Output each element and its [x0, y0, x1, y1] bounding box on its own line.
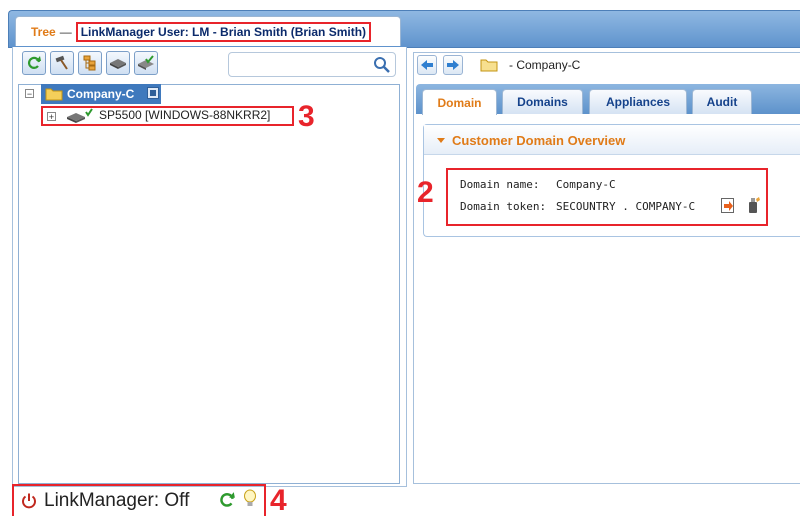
- search-icon: [374, 57, 390, 73]
- lightbulb-icon[interactable]: [243, 489, 257, 509]
- tab-domains[interactable]: Domains: [502, 89, 583, 114]
- callout-number: 4: [270, 484, 287, 517]
- overview-title: Customer Domain Overview: [452, 133, 626, 148]
- hammer-icon: [55, 55, 68, 70]
- tools-button[interactable]: [50, 51, 74, 75]
- appliance-check-icon: [138, 55, 154, 70]
- refresh-button[interactable]: [22, 51, 46, 75]
- domain-name-label: Domain name:: [460, 178, 540, 191]
- appliance-check-button[interactable]: [134, 51, 158, 75]
- appliance-check-icon: [67, 108, 93, 123]
- refresh-icon[interactable]: [218, 491, 236, 509]
- domain-name-value: Company-C: [556, 178, 616, 191]
- folder-icon: [480, 59, 498, 72]
- collapse-toggle[interactable]: −: [25, 89, 34, 99]
- breadcrumb: - Company-C: [509, 58, 581, 72]
- expand-toggle[interactable]: +: [47, 112, 56, 122]
- linkmanager-status: LinkManager: Off: [44, 490, 190, 511]
- callout-number: 3: [298, 100, 315, 133]
- tree-view-button[interactable]: [78, 51, 102, 75]
- usb-token-icon[interactable]: [745, 196, 761, 214]
- tab-domain[interactable]: Domain: [422, 89, 497, 115]
- search-button[interactable]: [372, 55, 392, 75]
- domain-token-value: SECOUNTRY . COMPANY-C: [556, 200, 696, 213]
- search-input[interactable]: [228, 52, 396, 77]
- tab-appliances[interactable]: Appliances: [589, 89, 687, 114]
- tab-audit[interactable]: Audit: [692, 89, 752, 114]
- power-icon[interactable]: [20, 492, 38, 510]
- refresh-icon: [27, 56, 41, 69]
- forward-button[interactable]: [443, 55, 463, 75]
- collapse-arrow-icon[interactable]: [437, 138, 445, 143]
- folder-icon: [45, 88, 63, 101]
- tree-panel: [18, 84, 400, 484]
- tree-root-label[interactable]: Company-C: [67, 86, 134, 102]
- tab-tree-label[interactable]: Tree: [31, 25, 56, 39]
- appliance-button[interactable]: [106, 51, 130, 75]
- domain-token-label: Domain token:: [460, 200, 547, 213]
- arrow-right-icon: [447, 60, 459, 70]
- tree-view-icon: [83, 55, 96, 71]
- tab-separator: —: [59, 24, 72, 39]
- right-panel: [413, 52, 800, 484]
- tree-node-label[interactable]: SP5500 [WINDOWS-88NKRR2]: [99, 108, 270, 123]
- back-button[interactable]: [417, 55, 437, 75]
- edit-icon[interactable]: [147, 87, 159, 99]
- user-info: LinkManager User: LM - Brian Smith (Bria…: [75, 21, 372, 42]
- callout-number: 2: [417, 176, 434, 209]
- appliance-icon: [110, 59, 126, 69]
- arrow-left-icon: [421, 60, 433, 70]
- copy-token-icon[interactable]: [720, 196, 736, 214]
